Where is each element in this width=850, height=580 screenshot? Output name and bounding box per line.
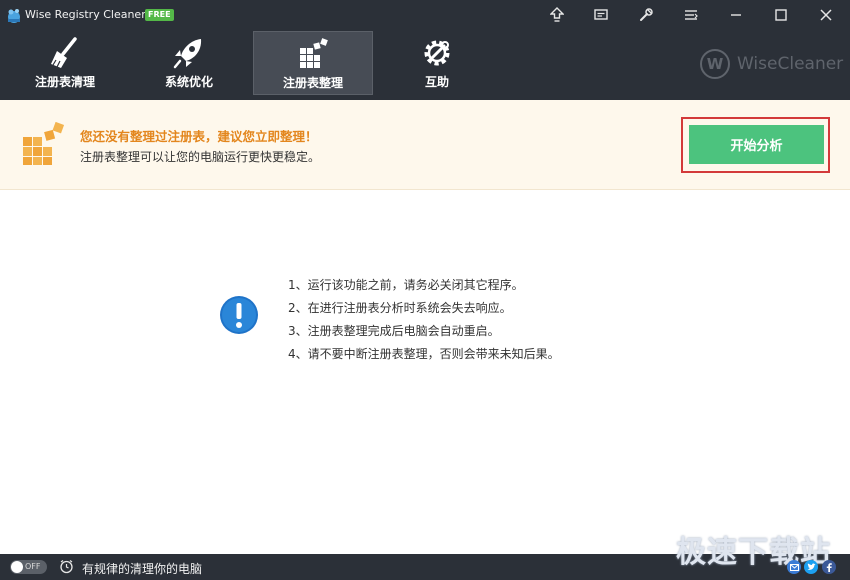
- tools-icon: [640, 8, 653, 21]
- app-logo-icon: [8, 9, 20, 23]
- twitter-icon: [807, 563, 815, 570]
- menu-icon: [685, 10, 698, 20]
- tab-label: 注册表清理: [34, 75, 95, 89]
- close-icon: [820, 9, 832, 21]
- maximize-button[interactable]: [770, 4, 792, 26]
- brand-logo: W: [700, 49, 730, 79]
- tab-label: 互助: [424, 75, 449, 89]
- tab-system-optimize[interactable]: 系统优化: [129, 31, 249, 95]
- tip-item: 4、请不要中断注册表整理，否则会带来未知后果。: [288, 347, 560, 361]
- tab-label: 系统优化: [164, 75, 213, 89]
- tip-item: 2、在进行注册表分析时系统会失去响应。: [288, 301, 512, 315]
- facebook-icon: [826, 562, 832, 572]
- info-icon: [220, 296, 258, 334]
- tab-registry-defrag[interactable]: 注册表整理: [253, 31, 373, 95]
- app-title: Wise Registry Cleaner 9: [25, 8, 157, 21]
- brand-name: WiseCleaner: [737, 54, 844, 74]
- messages-icon: [594, 9, 608, 20]
- blocks-icon: [300, 38, 328, 68]
- upgrade-icon: [550, 7, 564, 22]
- close-button[interactable]: [815, 4, 837, 26]
- toggle-knob: [11, 561, 23, 573]
- rocket-icon: [173, 39, 202, 69]
- email-icon: [789, 563, 799, 571]
- registry-blocks-icon: [23, 122, 65, 165]
- email-share-button[interactable]: [787, 560, 801, 574]
- tab-registry-clean[interactable]: 注册表清理: [5, 31, 125, 95]
- upgrade-button[interactable]: [546, 4, 568, 26]
- top-bar: Wise Registry Cleaner 9 FREE 注册表清理 系统优化 …: [0, 0, 850, 100]
- toggle-label: OFF: [25, 562, 41, 571]
- wisecleaner-brand[interactable]: W WiseCleaner: [700, 49, 843, 79]
- minimize-icon: [731, 14, 741, 16]
- notice-subtitle: 注册表整理可以让您的电脑运行更快更稳定。: [80, 150, 321, 164]
- free-badge: FREE: [145, 9, 174, 21]
- maximize-icon: [775, 9, 787, 21]
- facebook-share-button[interactable]: [822, 560, 836, 574]
- tip-item: 3、注册表整理完成后电脑会自动重启。: [288, 324, 500, 338]
- messages-button[interactable]: [590, 4, 612, 26]
- minimize-button[interactable]: [725, 4, 747, 26]
- start-analysis-button[interactable]: 开始分析: [689, 125, 824, 164]
- schedule-toggle[interactable]: OFF: [10, 560, 47, 574]
- tab-help[interactable]: 互助: [377, 31, 497, 95]
- tab-label: 注册表整理: [282, 76, 343, 90]
- tip-item: 1、运行该功能之前，请务必关闭其它程序。: [288, 278, 524, 292]
- tools-button[interactable]: [635, 4, 657, 26]
- tips-list: 1、运行该功能之前，请务必关闭其它程序。 2、在进行注册表分析时系统会失去响应。…: [288, 277, 560, 369]
- menu-button[interactable]: [680, 4, 702, 26]
- broom-icon: [51, 37, 77, 68]
- alarm-clock-icon: [60, 560, 73, 574]
- gear-wrench-icon: [424, 40, 450, 66]
- schedule-text: 有规律的清理你的电脑: [82, 562, 203, 576]
- twitter-share-button[interactable]: [804, 560, 818, 574]
- notice-title: 您还没有整理过注册表，建议您立即整理！: [80, 129, 318, 144]
